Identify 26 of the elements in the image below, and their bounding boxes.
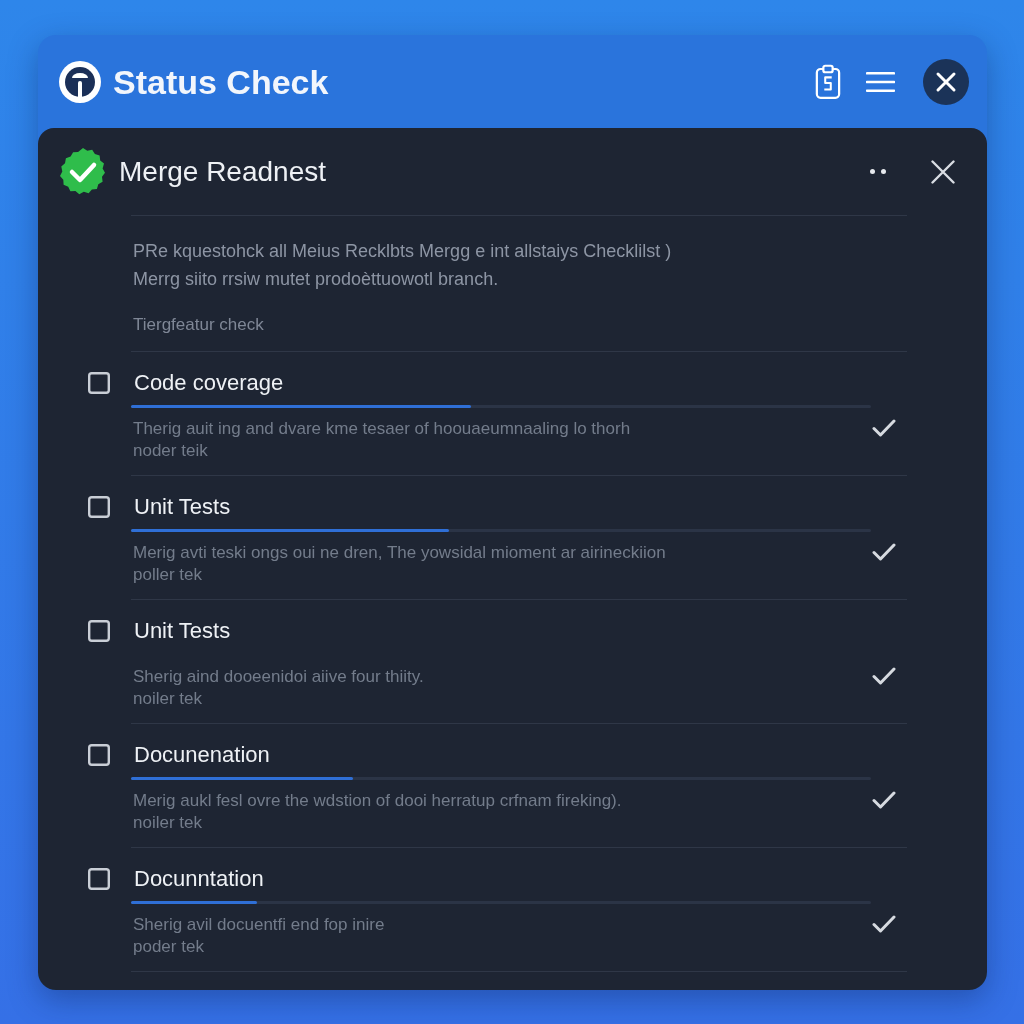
close-icon[interactable]: [931, 159, 955, 184]
window-title: Status Check: [113, 61, 329, 102]
check-title: Code coverage: [133, 369, 284, 397]
checkbox[interactable]: [88, 372, 110, 394]
check-title: Docunntation: [133, 865, 264, 893]
check-description: Merig avti teski ongs oui ne dren, The yowsidal mioment ar airineckiion poller tek: [132, 542, 667, 586]
check-description: Sherig avil docuentfi end fop inire poder tek: [132, 914, 386, 958]
checkbox[interactable]: [88, 620, 110, 642]
menu-icon[interactable]: [866, 70, 895, 93]
panel-subtitle: Tiergfeatur check: [133, 314, 265, 336]
panel-title: Merge Readnest: [119, 154, 326, 189]
check-description: Sherig aind dooeenidoi aiive four thiity. noiler tek: [132, 666, 425, 710]
checkbox[interactable]: [88, 744, 110, 766]
logo-icon: [59, 60, 101, 103]
check-title: Docunenation: [133, 741, 270, 769]
checkbox[interactable]: [88, 868, 110, 890]
check-title: Unit Tests: [133, 617, 231, 645]
checkbox[interactable]: [88, 496, 110, 518]
check-title: Unit Tests: [133, 493, 231, 521]
clipboard-icon[interactable]: [815, 63, 841, 100]
panel-description: PRe kquestohck all Meius Recklbts Mergg e int allstaiys Checklilst ) Merrg siito rrsiw mutet prodoèttuowotl branch.: [133, 240, 673, 291]
check-badge-icon: [59, 147, 107, 196]
check-description: Therig auit ing and dvare kme tesaer of hoouaeumnaaling lo thorh noder teik: [132, 418, 632, 462]
close-icon[interactable]: [923, 58, 969, 105]
more-icon[interactable]: [870, 169, 886, 174]
check-description: Merig aukl fesl ovre the wdstion of dooi herratup crfnam fireking). noiler tek: [132, 790, 623, 834]
